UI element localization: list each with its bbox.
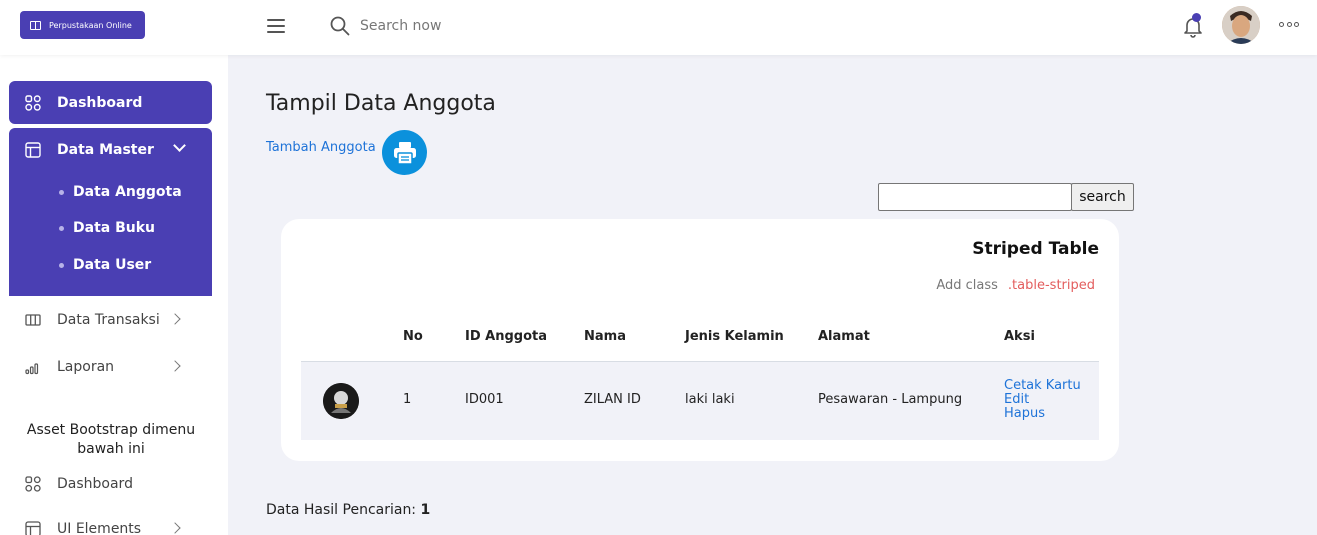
top-navbar: Perpustakaan Online: [0, 0, 1317, 55]
table-header: No ID Anggota Nama Jenis Kelamin Alamat …: [301, 322, 1099, 362]
sidebar-item-label: Dashboard: [57, 475, 133, 492]
search-icon[interactable]: [330, 16, 350, 36]
subitem-label: Data Anggota: [73, 184, 182, 200]
sidebar-item-laporan[interactable]: Laporan: [9, 345, 212, 388]
search-button[interactable]: search: [1071, 183, 1134, 211]
print-button[interactable]: [382, 130, 427, 175]
brand-logo[interactable]: Perpustakaan Online: [20, 11, 145, 39]
sidebar-item-label: Data Master: [57, 141, 154, 158]
search-result-count: Data Hasil Pencarian: 1: [266, 502, 430, 518]
menu-toggle-icon[interactable]: [267, 19, 285, 33]
sidebar-section-note: Asset Bootstrap dimenu bawah ini: [26, 422, 196, 457]
notification-dot: [1192, 13, 1201, 22]
chevron-right-icon: [169, 522, 181, 534]
card-sub-code: .table-striped: [1007, 278, 1095, 293]
column-header-aksi: Aksi: [1004, 329, 1035, 344]
member-photo: [323, 383, 359, 419]
cell-id: ID001: [465, 392, 504, 407]
layout-icon: [25, 141, 41, 158]
brand-name: Perpustakaan Online: [49, 20, 132, 30]
table-search-input[interactable]: [878, 183, 1072, 211]
sidebar-item-dashboard[interactable]: Dashboard: [9, 81, 212, 124]
table-row: 1 ID001 ZILAN ID laki laki Pesawaran - L…: [301, 362, 1099, 440]
sidebar-group-data-master: Data Master Data Anggota Data Buku Data …: [9, 128, 212, 296]
delete-link[interactable]: Hapus: [1004, 407, 1081, 421]
user-avatar[interactable]: [1222, 6, 1260, 44]
card-description: Add class .table-striped: [936, 278, 1095, 293]
sidebar-subitem-data-anggota[interactable]: Data Anggota: [59, 184, 182, 200]
edit-link[interactable]: Edit: [1004, 393, 1081, 407]
print-card-link[interactable]: Cetak Kartu: [1004, 379, 1081, 393]
column-header-no: No: [403, 329, 423, 344]
book-icon: [30, 20, 41, 30]
sidebar-item-data-master[interactable]: Data Master: [9, 128, 212, 171]
sidebar-item-label: UI Elements: [57, 520, 142, 535]
result-count: 1: [420, 502, 431, 518]
chevron-down-icon: [173, 139, 186, 152]
card-title: Striped Table: [972, 239, 1099, 259]
bar-chart-icon: [25, 362, 39, 374]
cell-alamat: Pesawaran - Lampung: [818, 392, 963, 407]
cell-no: 1: [403, 392, 412, 407]
chevron-right-icon: [169, 313, 181, 325]
result-label: Data Hasil Pencarian:: [266, 502, 417, 518]
more-options-icon[interactable]: [1279, 22, 1299, 28]
sidebar-item-ui-elements[interactable]: UI Elements: [9, 507, 212, 535]
subitem-label: Data Buku: [73, 220, 155, 236]
sidebar: Dashboard Data Master Data Anggota Data …: [0, 55, 228, 535]
sidebar-subitem-data-user[interactable]: Data User: [59, 257, 151, 273]
subitem-label: Data User: [73, 257, 152, 273]
column-header-id: ID Anggota: [465, 329, 547, 344]
sidebar-subitem-data-buku[interactable]: Data Buku: [59, 220, 155, 236]
sidebar-item-label: Data Transaksi: [57, 311, 160, 328]
top-search-input[interactable]: [360, 15, 560, 37]
add-member-link[interactable]: Tambah Anggota: [266, 140, 376, 155]
table-card: Striped Table Add class .table-striped No…: [281, 219, 1119, 461]
cell-jenis-kelamin: laki laki: [685, 392, 735, 407]
cell-nama: ZILAN ID: [584, 392, 641, 407]
columns-icon: [25, 313, 41, 326]
column-header-jenis-kelamin: Jenis Kelamin: [685, 329, 784, 344]
sidebar-item-dashboard-2[interactable]: Dashboard: [9, 462, 212, 505]
grid-icon: [25, 475, 41, 492]
card-sub-label: Add class: [936, 278, 998, 293]
chevron-right-icon: [169, 360, 181, 372]
sidebar-item-label: Laporan: [57, 358, 115, 375]
column-header-nama: Nama: [584, 329, 626, 344]
sidebar-item-data-transaksi[interactable]: Data Transaksi: [9, 298, 212, 341]
page-title: Tampil Data Anggota: [266, 91, 496, 116]
grid-icon: [25, 94, 41, 111]
printer-icon: [393, 141, 416, 165]
layout-icon: [25, 520, 41, 535]
cell-actions: Cetak Kartu Edit Hapus: [1004, 379, 1081, 421]
sidebar-item-label: Dashboard: [57, 94, 143, 111]
column-header-alamat: Alamat: [818, 329, 870, 344]
